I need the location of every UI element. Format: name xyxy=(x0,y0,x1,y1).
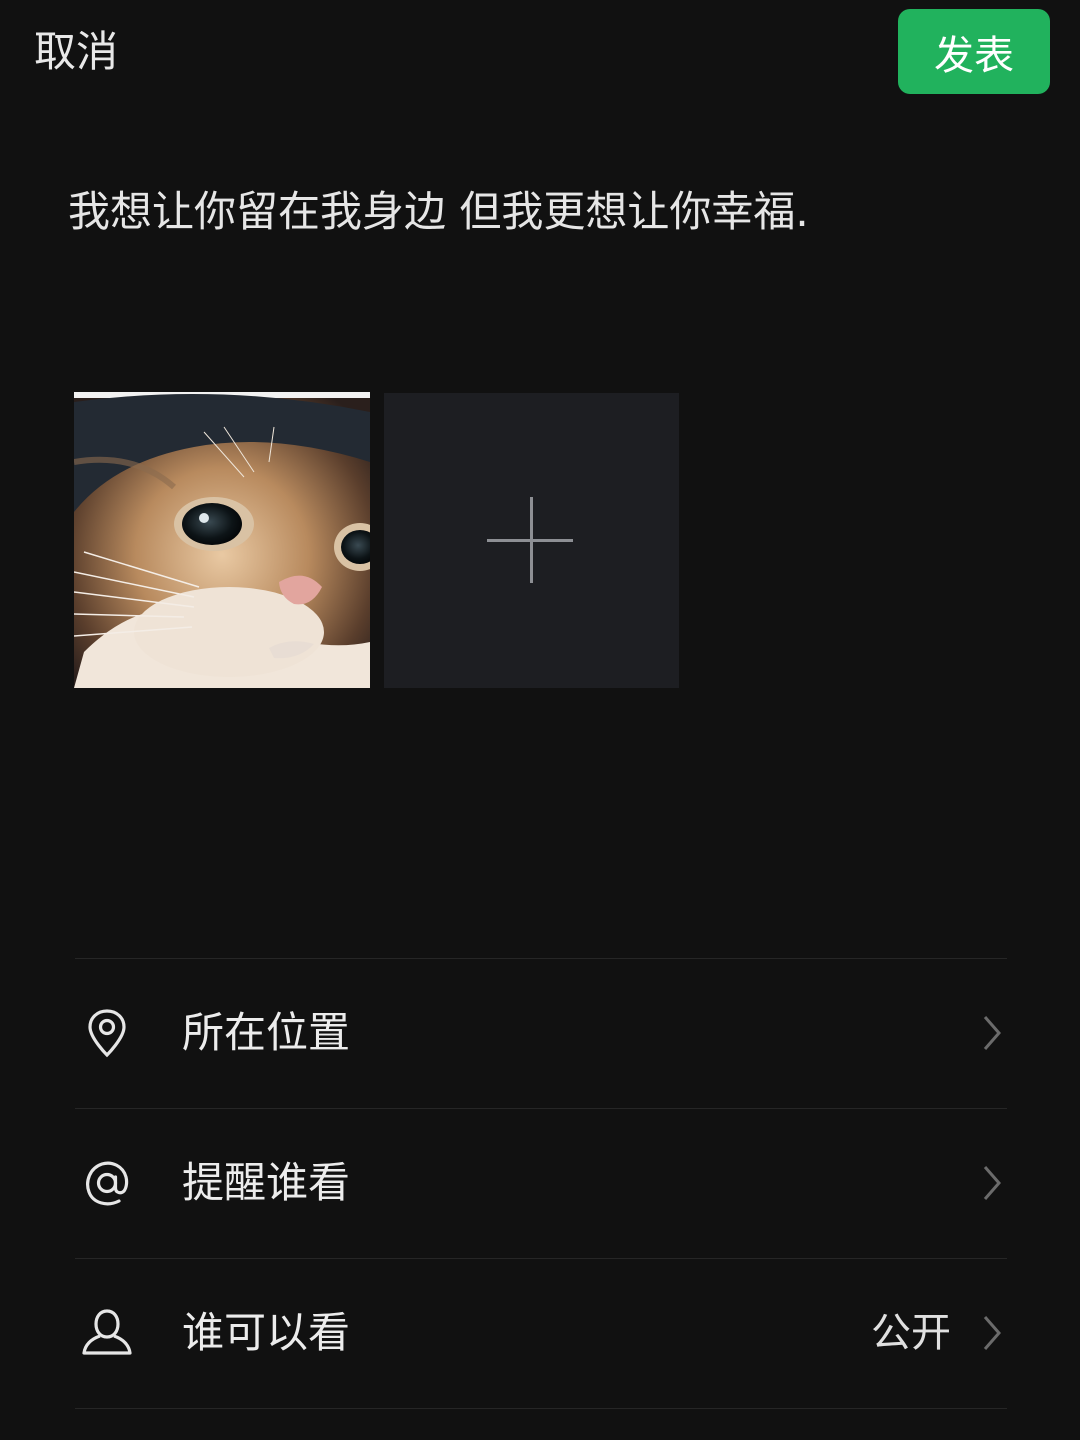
chevron-right-icon xyxy=(983,1016,1001,1050)
cat-photo xyxy=(74,392,370,688)
person-icon xyxy=(82,1309,132,1355)
option-value-visibility: 公开 xyxy=(871,1310,951,1356)
chevron-right-icon xyxy=(983,1316,1001,1350)
photo-thumbnail[interactable] xyxy=(74,392,370,688)
cancel-button[interactable]: 取消 xyxy=(34,22,118,82)
option-label-location: 所在位置 xyxy=(182,1008,351,1057)
option-label-visibility: 谁可以看 xyxy=(182,1308,351,1357)
location-pin-icon xyxy=(88,1009,126,1058)
option-mention[interactable]: 提醒谁看 xyxy=(75,1108,1007,1258)
option-location[interactable]: 所在位置 xyxy=(75,958,1007,1108)
post-text[interactable]: 我想让你留在我身边 但我更想让你幸福. xyxy=(68,182,1028,242)
top-bar: 取消 发表 xyxy=(0,0,1080,110)
add-photo-button[interactable] xyxy=(384,393,679,688)
options-list: 所在位置 提醒谁看 谁可以看 公开 xyxy=(75,958,1007,1409)
publish-button[interactable]: 发表 xyxy=(898,9,1050,94)
chevron-right-icon xyxy=(983,1166,1001,1200)
option-label-mention: 提醒谁看 xyxy=(182,1158,351,1207)
at-sign-icon xyxy=(86,1161,129,1206)
option-visibility[interactable]: 谁可以看 公开 xyxy=(75,1258,1007,1409)
